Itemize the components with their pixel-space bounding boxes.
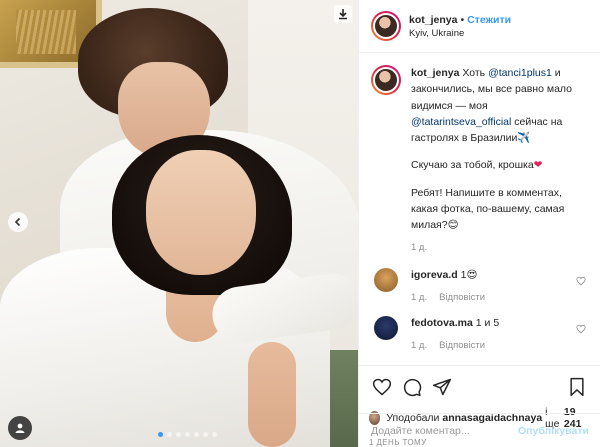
caption: kot_jenya Хоть @tanci1plus1 и закончилис… xyxy=(371,65,588,256)
author-avatar[interactable] xyxy=(371,65,401,95)
comments-list[interactable]: kot_jenya Хоть @tanci1plus1 и закончилис… xyxy=(359,53,600,365)
post-side-panel: kot_jenya • Стежити Kyiv, Ukraine kot_jeny… xyxy=(358,0,600,447)
commenter-avatar[interactable] xyxy=(374,316,398,341)
heart-emoji: ❤ xyxy=(533,159,543,172)
carousel-dot[interactable] xyxy=(212,432,217,437)
comment-like-icon[interactable] xyxy=(576,324,586,337)
author-username[interactable]: kot_jenya xyxy=(409,14,457,26)
comment-item: fedotova.ma 1 и 5 1 д. Відповісти xyxy=(371,316,588,352)
tagged-user-icon[interactable] xyxy=(8,416,32,440)
mention-link[interactable]: @tatarintseva_official xyxy=(411,116,511,128)
caption-time[interactable]: 1 д. xyxy=(411,241,588,256)
comment-time[interactable]: 1 д. xyxy=(411,340,427,351)
publish-button[interactable]: Опублікувати xyxy=(518,425,589,437)
add-comment-bar: Опублікувати xyxy=(359,413,600,447)
separator-dot: • xyxy=(460,13,465,26)
comment-item: igoreva.d 1😍 1 д. Відповісти xyxy=(371,268,588,304)
mention-link[interactable]: @tanci1plus1 xyxy=(488,67,552,79)
carousel-dot[interactable] xyxy=(203,432,208,437)
post-header: kot_jenya • Стежити Kyiv, Ukraine xyxy=(359,0,600,53)
commenter-avatar[interactable] xyxy=(374,268,398,293)
post-location[interactable]: Kyiv, Ukraine xyxy=(409,28,511,39)
reply-button[interactable]: Відповісти xyxy=(439,292,485,303)
download-icon[interactable] xyxy=(334,5,352,23)
comment-text: 1😍 xyxy=(460,269,478,282)
carousel-dot[interactable] xyxy=(194,432,199,437)
bookmark-icon[interactable] xyxy=(564,374,590,400)
caption-author[interactable]: kot_jenya xyxy=(411,67,459,79)
carousel-prev-button[interactable] xyxy=(8,212,28,232)
follow-button[interactable]: Стежити xyxy=(467,14,511,26)
carousel-dot[interactable] xyxy=(167,432,172,437)
commenter-username[interactable]: fedotova.ma xyxy=(411,317,473,329)
chevron-left-icon xyxy=(14,217,21,227)
carousel-dot[interactable] xyxy=(158,432,163,437)
smile-emoji: 😊 xyxy=(447,219,459,232)
airplane-emoji: ✈️ xyxy=(517,132,531,145)
caption-text: Ребят! Напишите в комментах, какая фотка… xyxy=(411,186,565,232)
comment-like-icon[interactable] xyxy=(576,276,586,289)
share-plane-icon[interactable] xyxy=(429,374,455,400)
comment-text: 1 и 5 xyxy=(475,317,500,330)
caption-text: Хоть xyxy=(462,67,486,79)
carousel-dot[interactable] xyxy=(185,432,190,437)
post-photo[interactable] xyxy=(0,0,358,447)
comment-input[interactable] xyxy=(371,424,518,437)
caption-text: Скучаю за тобой, крошка xyxy=(411,159,534,172)
comment-time[interactable]: 1 д. xyxy=(411,292,427,303)
author-avatar[interactable] xyxy=(371,11,401,41)
comment-bubble-icon[interactable] xyxy=(399,374,425,400)
carousel-dots xyxy=(158,432,217,437)
like-heart-icon[interactable] xyxy=(369,374,395,400)
post-window: kot_jenya • Стежити Kyiv, Ukraine kot_jeny… xyxy=(0,0,600,447)
carousel-dot[interactable] xyxy=(176,432,181,437)
commenter-username[interactable]: igoreva.d xyxy=(411,269,458,281)
reply-button[interactable]: Відповісти xyxy=(439,340,485,351)
